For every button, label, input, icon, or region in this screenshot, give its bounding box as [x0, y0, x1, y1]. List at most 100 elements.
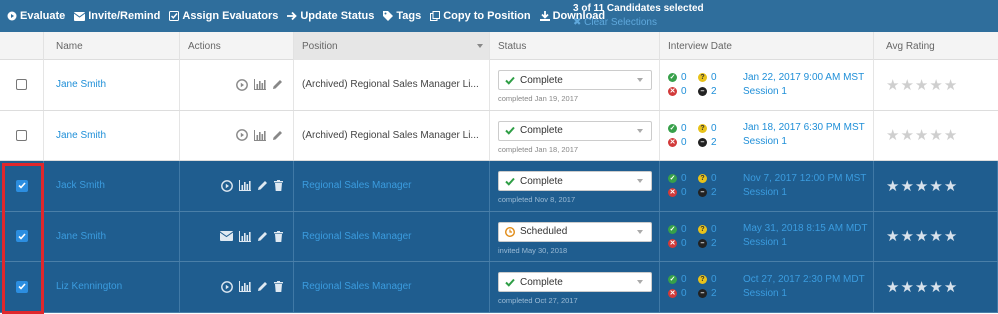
session-link[interactable]: Session 1	[743, 85, 864, 99]
candidate-name-link[interactable]: Jane Smith	[56, 130, 106, 141]
interview-date-link[interactable]: Nov 7, 2017 12:00 PM MST	[743, 172, 866, 186]
count-value: 0	[681, 122, 687, 134]
play-circle-icon[interactable]	[221, 179, 233, 192]
bar-chart-icon[interactable]	[254, 79, 266, 91]
candidate-name-cell: Jane Smith	[44, 60, 180, 110]
status-value: Complete	[520, 74, 563, 86]
interview-date-link[interactable]: Oct 27, 2017 2:30 PM MDT	[743, 273, 865, 287]
arrow-right-icon	[287, 11, 298, 21]
bar-chart-icon[interactable]	[239, 230, 251, 242]
approve-count-icon: ✓	[668, 123, 677, 133]
actions-cell	[180, 161, 294, 211]
position-text[interactable]: Regional Sales Manager	[302, 281, 412, 292]
interview-date-link[interactable]: Jan 18, 2017 6:30 PM MST	[743, 121, 865, 135]
trash-icon[interactable]	[274, 230, 283, 242]
table-row[interactable]: Liz Kennington Regional Sales Manager Comp…	[0, 262, 998, 313]
position-text[interactable]: Regional Sales Manager	[302, 231, 412, 242]
candidate-name-link[interactable]: Jane Smith	[56, 79, 106, 90]
interview-date-link[interactable]: Jan 22, 2017 9:00 AM MST	[743, 71, 864, 85]
interview-date-link[interactable]: May 31, 2018 8:15 AM MDT	[743, 222, 868, 236]
status-dropdown[interactable]: Complete	[498, 171, 652, 192]
trash-icon[interactable]	[274, 281, 283, 293]
status-cell: Scheduled invited May 30, 2018	[490, 211, 660, 261]
pending-count-icon: –	[698, 238, 707, 248]
reject-count-icon: ✕	[668, 238, 677, 248]
position-text: (Archived) Regional Sales Manager Li...	[302, 79, 479, 91]
star-icon: ★	[929, 127, 943, 145]
row-checkbox[interactable]	[16, 79, 27, 91]
invite-remind-button[interactable]: Invite/Remind	[74, 10, 160, 22]
count-value: 2	[711, 288, 717, 300]
approve-count-icon: ✓	[668, 224, 677, 234]
bar-chart-icon[interactable]	[254, 129, 266, 141]
session-link[interactable]: Session 1	[743, 186, 866, 200]
interview-info: Oct 27, 2017 2:30 PM MDT Session 1	[743, 273, 865, 301]
table-row[interactable]: Jane Smith (Archived) Regional Sales Mana…	[0, 60, 998, 111]
sort-down-icon	[477, 44, 483, 48]
row-checkbox-checked[interactable]	[15, 230, 28, 243]
position-cell: (Archived) Regional Sales Manager Li...	[294, 60, 490, 110]
status-value: Complete	[520, 276, 563, 288]
status-dropdown[interactable]: Scheduled	[498, 221, 652, 242]
status-dropdown[interactable]: Complete	[498, 70, 652, 91]
session-link[interactable]: Session 1	[743, 135, 865, 149]
pencil-icon[interactable]	[257, 281, 268, 292]
update-status-button[interactable]: Update Status	[287, 10, 374, 22]
evaluation-counts: ✓ 0? 0 ✕ 0–2	[668, 123, 736, 148]
trash-icon[interactable]	[274, 180, 283, 192]
status-dropdown[interactable]: Complete	[498, 272, 652, 293]
table-row[interactable]: Jack Smith Regional Sales Manager Complete…	[0, 161, 998, 212]
row-checkbox-cell	[0, 211, 44, 261]
row-checkbox[interactable]	[16, 129, 27, 141]
row-checkbox-checked[interactable]	[15, 179, 28, 192]
play-circle-icon[interactable]	[236, 129, 248, 142]
pencil-icon[interactable]	[257, 231, 268, 242]
session-link[interactable]: Session 1	[743, 236, 868, 250]
selection-count: 3 of 11 Candidates selected	[573, 3, 704, 14]
interview-cell: ✓ 0? 0 ✕ 0–2 Oct 27, 2017 2:30 PM MDT Session …	[660, 262, 874, 312]
status-value: Complete	[520, 125, 563, 137]
candidate-name-link[interactable]: Liz Kennington	[56, 281, 122, 292]
status-cell: Complete completed Nov 8, 2017	[490, 161, 660, 211]
tags-button[interactable]: Tags	[383, 10, 421, 22]
row-checkbox-checked[interactable]	[15, 280, 28, 293]
header-interview-date[interactable]: Interview Date	[660, 32, 874, 60]
assign-evaluators-button[interactable]: Assign Evaluators	[169, 10, 278, 22]
count-value: 0	[711, 173, 717, 185]
pencil-icon[interactable]	[272, 79, 283, 90]
clock-icon	[505, 226, 520, 237]
count-red: ✕ 0	[668, 238, 698, 249]
copy-to-position-button[interactable]: Copy to Position	[430, 10, 531, 22]
bar-chart-icon[interactable]	[239, 180, 251, 192]
checkmark-icon	[17, 283, 26, 290]
interview-cell: ✓ 0? 0 ✕ 0–2 Nov 7, 2017 12:00 PM MST Session …	[660, 161, 874, 211]
evaluation-counts: ✓ 0? 0 ✕ 0–2	[668, 173, 736, 198]
position-text[interactable]: Regional Sales Manager	[302, 180, 412, 191]
pencil-icon[interactable]	[272, 130, 283, 141]
bar-chart-icon[interactable]	[239, 281, 251, 293]
header-status[interactable]: Status	[490, 32, 660, 60]
count-value: 0	[711, 122, 717, 134]
header-position[interactable]: Position	[294, 32, 490, 60]
play-circle-icon[interactable]	[221, 280, 233, 293]
evaluate-label: Evaluate	[20, 10, 66, 22]
candidate-name-link[interactable]: Jane Smith	[56, 231, 106, 242]
evaluate-button[interactable]: Evaluate	[7, 10, 65, 22]
count-value: 0	[681, 223, 687, 235]
header-name[interactable]: Name	[44, 32, 180, 60]
session-link[interactable]: Session 1	[743, 287, 865, 301]
status-dropdown[interactable]: Complete	[498, 120, 652, 141]
maybe-count-icon: ?	[698, 123, 707, 133]
count-value: 2	[711, 86, 717, 98]
star-icon: ★	[914, 127, 929, 145]
table-row[interactable]: Jane Smith Regional Sales Manager Schedule…	[0, 211, 998, 262]
header-avg-rating[interactable]: Avg Rating	[874, 32, 998, 60]
envelope-icon[interactable]	[220, 231, 233, 242]
clear-selections-link[interactable]: ✖ Clear Selections	[573, 16, 704, 30]
download-icon	[539, 11, 550, 21]
table-row[interactable]: Jane Smith (Archived) Regional Sales Mana…	[0, 110, 998, 161]
rating-cell: ★ ★ ★ ★ ★	[874, 161, 998, 211]
play-circle-icon[interactable]	[236, 78, 248, 91]
pencil-icon[interactable]	[257, 180, 268, 191]
candidate-name-link[interactable]: Jack Smith	[56, 180, 105, 191]
